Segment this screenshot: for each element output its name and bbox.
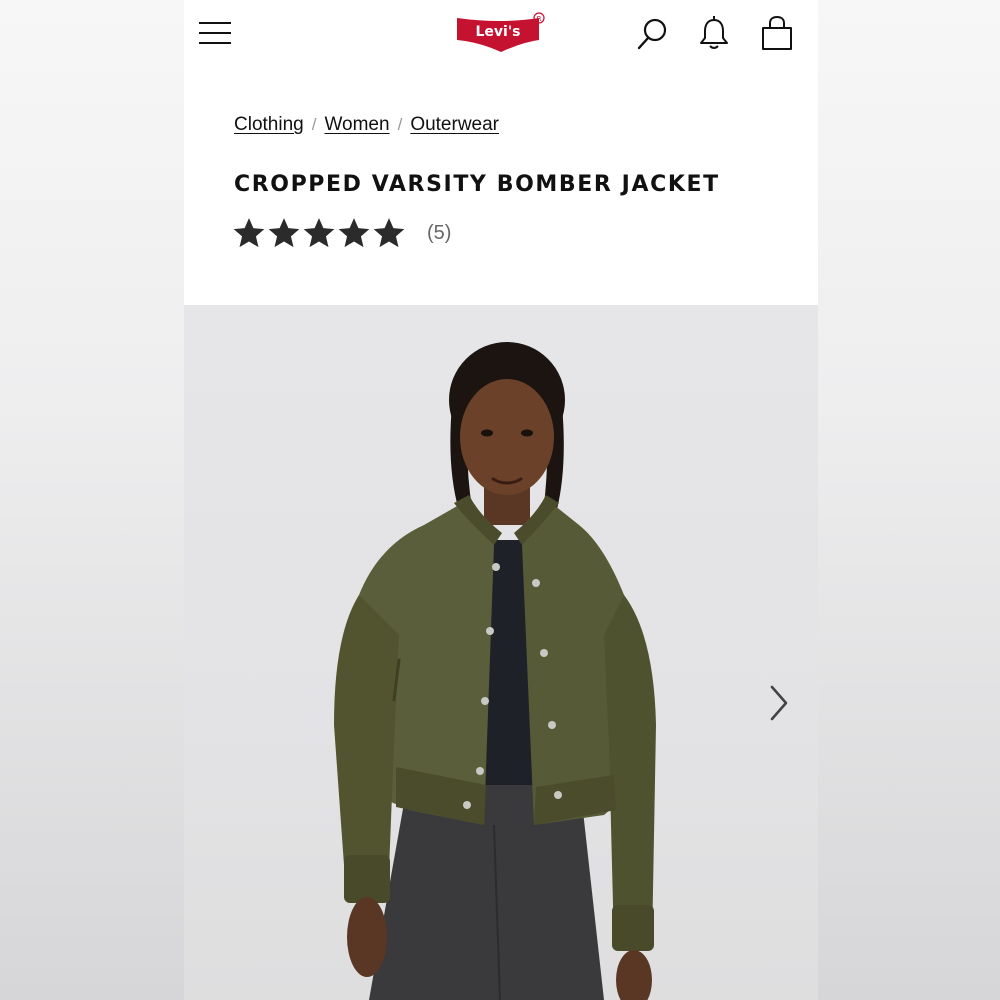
bell-icon[interactable]: [696, 14, 732, 54]
search-icon[interactable]: [634, 14, 670, 54]
review-count[interactable]: (5): [427, 222, 451, 245]
breadcrumb-women[interactable]: Women: [324, 114, 389, 136]
levis-logo[interactable]: Levi's R: [455, 12, 547, 54]
star-icon: [338, 218, 370, 248]
breadcrumb-separator: /: [397, 115, 403, 134]
product-image[interactable]: [184, 305, 818, 1000]
shopping-bag-icon[interactable]: [759, 14, 795, 54]
star-icon: [233, 218, 265, 248]
star-icon: [373, 218, 405, 248]
breadcrumb-separator: /: [311, 115, 317, 134]
svg-text:R: R: [537, 15, 542, 23]
breadcrumb: Clothing / Women / Outerwear: [234, 114, 499, 136]
product-page: Levi's R Clothing / Women / Outerwear CR…: [184, 0, 818, 1000]
background-right: [818, 0, 1000, 1000]
logo-text: Levi's: [476, 24, 521, 40]
product-rating[interactable]: (5): [232, 216, 451, 250]
star-icon: [268, 218, 300, 248]
site-header: Levi's R: [184, 0, 818, 72]
breadcrumb-clothing[interactable]: Clothing: [234, 114, 304, 136]
chevron-right-icon[interactable]: [766, 683, 792, 723]
model-wearing-jacket-image: [334, 342, 656, 1000]
breadcrumb-outerwear[interactable]: Outerwear: [410, 114, 499, 136]
hamburger-menu-icon[interactable]: [199, 22, 231, 44]
star-icon: [303, 218, 335, 248]
background-left: [0, 0, 184, 1000]
product-title: CROPPED VARSITY BOMBER JACKET: [234, 172, 720, 197]
